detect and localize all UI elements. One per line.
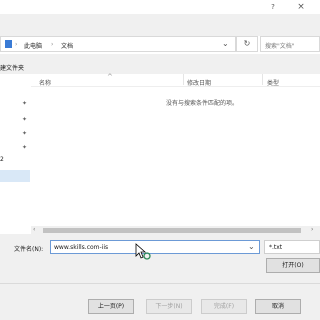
chevron-down-icon[interactable]: ⌄ — [222, 39, 229, 48]
divider — [0, 283, 320, 284]
scrollbar-thumb[interactable] — [43, 228, 301, 233]
navigation-pane: ✦ ✦ ✦ ✦ 2 — [0, 74, 32, 234]
search-placeholder: 搜索"文档" — [265, 43, 295, 50]
chevron-down-icon[interactable]: ⌄ — [248, 242, 255, 251]
file-list: ^ 名称 修改日期 类型 没有与搜索条件匹配的项。 — [31, 73, 320, 226]
toolbar: 建文件夹 — [0, 60, 320, 72]
scroll-left-icon[interactable]: ‹ — [33, 226, 35, 233]
breadcrumb-separator-icon: › — [51, 41, 54, 48]
filename-input[interactable]: www.skills.com-iis ⌄ — [50, 240, 260, 254]
nav-item-selected[interactable] — [0, 170, 30, 182]
address-row: › 此电脑 › 文档 ⌄ ↻ 搜索"文档" — [0, 36, 320, 54]
cancel-button[interactable]: 取消 — [255, 299, 301, 314]
filetype-value: *.txt — [269, 244, 283, 251]
address-bar[interactable]: › 此电脑 › 文档 ⌄ — [0, 36, 236, 52]
filename-value: www.skills.com-iis — [54, 244, 109, 251]
column-header-type[interactable]: 类型 — [267, 78, 279, 87]
scroll-right-icon[interactable]: › — [311, 226, 313, 233]
mouse-pointer-icon — [135, 243, 151, 260]
column-header-name[interactable]: 名称 — [39, 78, 51, 87]
finish-button[interactable]: 完成(F) — [201, 299, 247, 314]
title-bar: ? × — [0, 0, 320, 14]
pin-icon: ✦ — [22, 100, 28, 107]
search-input[interactable]: 搜索"文档" — [260, 36, 320, 52]
pin-icon: ✦ — [22, 130, 28, 137]
column-header-date[interactable]: 修改日期 — [187, 78, 211, 87]
column-divider[interactable] — [262, 74, 263, 85]
breadcrumb-separator-icon: › — [15, 41, 18, 48]
open-button[interactable]: 打开(O) — [266, 258, 320, 273]
empty-message: 没有与搜索条件匹配的项。 — [166, 100, 239, 107]
horizontal-scrollbar[interactable]: ‹ › — [31, 226, 320, 235]
new-folder-button[interactable]: 建文件夹 — [0, 63, 24, 72]
breadcrumb-this-pc[interactable]: 此电脑 — [24, 41, 42, 50]
column-header-row: ^ 名称 修改日期 类型 — [31, 73, 320, 87]
close-button[interactable]: × — [290, 0, 312, 14]
pin-icon: ✦ — [22, 116, 28, 123]
next-button[interactable]: 下一步(N) — [146, 299, 192, 314]
help-button[interactable]: ? — [262, 0, 284, 14]
computer-icon — [5, 40, 12, 48]
breadcrumb-documents[interactable]: 文档 — [61, 41, 73, 50]
nav-item-label[interactable]: 2 — [0, 156, 4, 163]
column-divider[interactable] — [183, 74, 184, 85]
refresh-button[interactable]: ↻ — [236, 36, 258, 52]
filetype-select[interactable]: *.txt — [264, 240, 320, 254]
prev-button[interactable]: 上一页(P) — [88, 299, 134, 314]
pin-icon: ✦ — [22, 144, 28, 151]
sort-arrow-icon: ^ — [107, 73, 113, 81]
filename-label: 文件名(N): — [14, 246, 44, 253]
